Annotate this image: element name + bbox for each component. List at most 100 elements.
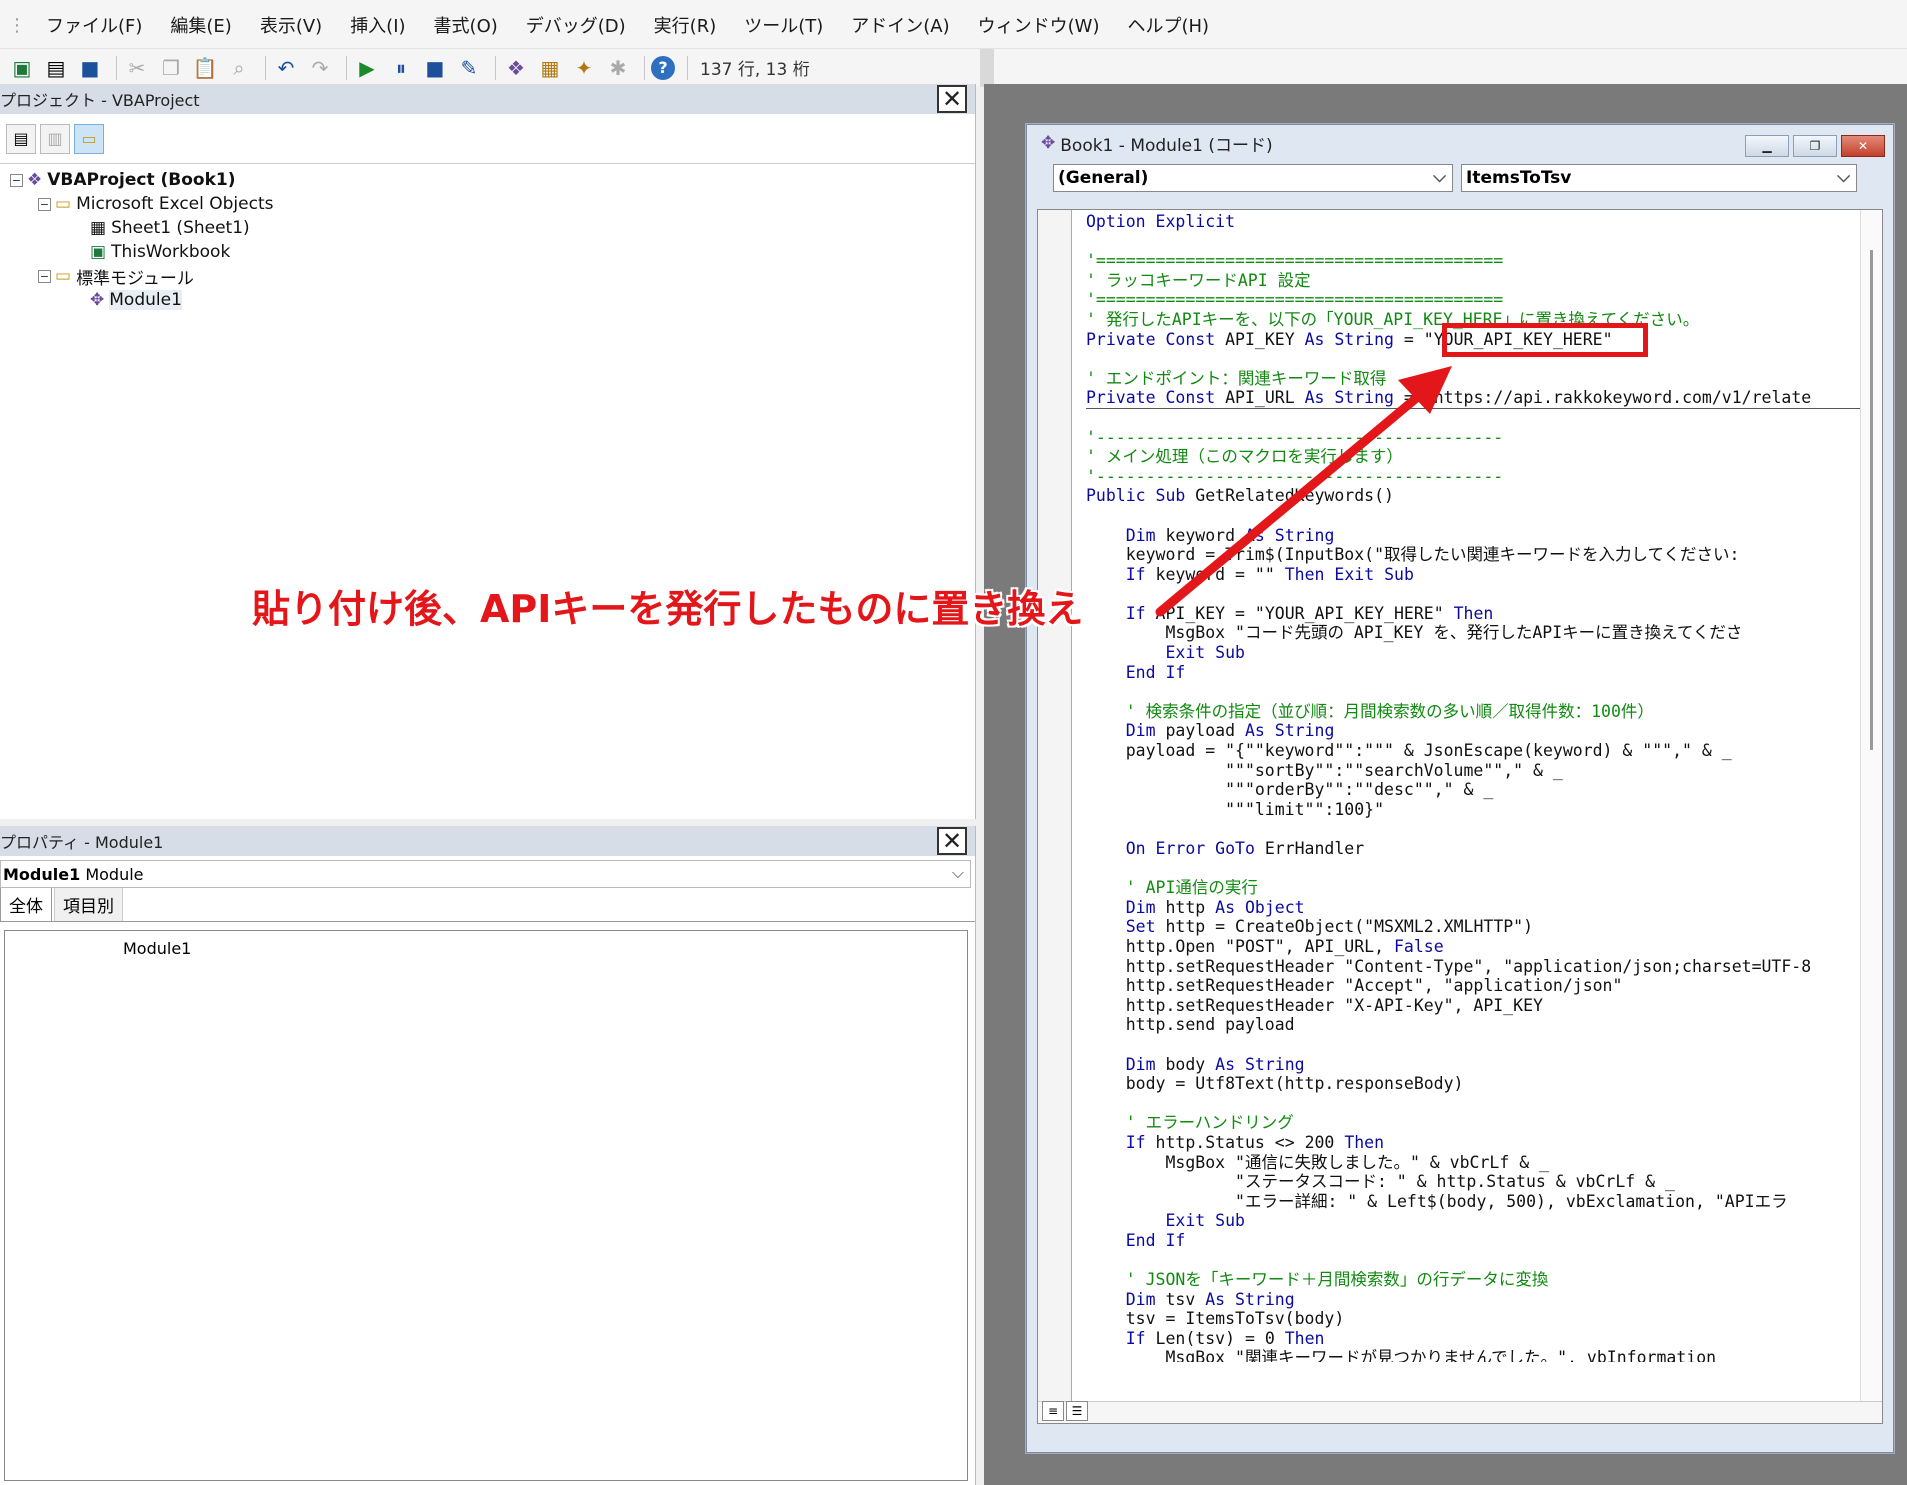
name-property-value[interactable]: Module1	[123, 939, 191, 958]
code-line[interactable]: On Error GoTo ErrHandler	[1086, 839, 1861, 859]
find-icon[interactable]: ⌕	[225, 54, 253, 82]
save-icon[interactable]: ■	[76, 54, 104, 82]
code-line[interactable]: Public Sub GetRelatedKeywords()	[1086, 486, 1861, 506]
code-line[interactable]	[1086, 859, 1861, 879]
tree-node-thisworkbook[interactable]: ▣ ThisWorkbook	[0, 240, 975, 264]
code-line[interactable]: ' API通信の実行	[1086, 878, 1861, 898]
code-line[interactable]: ' 検索条件の指定（並び順：月間検索数の多い順／取得件数：100件）	[1086, 702, 1861, 722]
code-line[interactable]: body = Utf8Text(http.responseBody)	[1086, 1074, 1861, 1094]
code-line[interactable]: http.setRequestHeader "Accept", "applica…	[1086, 976, 1861, 996]
restore-icon[interactable]: ❐	[1793, 135, 1837, 157]
menu-run[interactable]: 実行(R)	[640, 12, 731, 38]
tab-alphabetic[interactable]: 全体	[0, 887, 52, 921]
code-line[interactable]: http.Open "POST", API_URL, False	[1086, 937, 1861, 957]
scrollbar-thumb[interactable]	[1870, 250, 1873, 750]
object-combo[interactable]: (General) ⌵	[1053, 164, 1453, 192]
menu-debug[interactable]: デバッグ(D)	[512, 12, 640, 38]
menu-tools[interactable]: ツール(T)	[730, 12, 837, 38]
code-line[interactable]	[1086, 506, 1861, 526]
run-icon[interactable]: ▶	[353, 54, 381, 82]
collapse-icon[interactable]: −	[38, 269, 51, 283]
code-line[interactable]: ' メイン処理（このマクロを実行します）	[1086, 447, 1861, 467]
toolbar-overflow-handle[interactable]	[980, 49, 994, 87]
cut-icon[interactable]: ✂	[123, 54, 151, 82]
toggle-folders-icon[interactable]: ▭	[74, 123, 104, 154]
code-line[interactable]: If Len(tsv) = 0 Then	[1086, 1329, 1861, 1349]
code-line[interactable]: """sortBy"":""searchVolume""," & _	[1086, 761, 1861, 781]
margin-indicator-bar[interactable]	[1038, 210, 1072, 1423]
code-line[interactable]	[1086, 584, 1861, 604]
help-icon[interactable]: ?	[651, 55, 675, 80]
undo-icon[interactable]: ↶	[272, 54, 300, 82]
code-line[interactable]: MsgBox "コード先頭の API_KEY を、発行したAPIキーに置き換えて…	[1086, 623, 1861, 643]
tree-node-sheet1[interactable]: ▦ Sheet1 (Sheet1)	[0, 216, 975, 240]
code-line[interactable]: '=======================================…	[1086, 251, 1861, 271]
code-line[interactable]	[1086, 1035, 1861, 1055]
project-explorer-icon[interactable]: ❖	[502, 54, 530, 82]
tree-node-standard-modules[interactable]: − ▭ 標準モジュール	[0, 264, 975, 289]
tab-categorized[interactable]: 項目別	[54, 887, 123, 921]
design-mode-icon[interactable]: ✎	[455, 54, 483, 82]
code-line[interactable]: MsgBox "関連キーワードが見つかりませんでした。", vbInformat…	[1086, 1348, 1861, 1362]
object-browser-icon[interactable]: ✦	[570, 54, 598, 82]
menu-format[interactable]: 書式(O)	[420, 12, 512, 38]
menu-addins[interactable]: アドイン(A)	[837, 12, 963, 38]
code-line[interactable]: http.setRequestHeader "Content-Type", "a…	[1086, 957, 1861, 977]
close-icon[interactable]: ✕	[1841, 135, 1885, 157]
code-line[interactable]: Dim tsv As String	[1086, 1290, 1861, 1310]
code-line[interactable]: If http.Status <> 200 Then	[1086, 1133, 1861, 1153]
code-line[interactable]: Dim body As String	[1086, 1055, 1861, 1075]
properties-grid[interactable]: Module1	[4, 930, 968, 1481]
code-line[interactable]: Private Const API_URL As String = "https…	[1086, 388, 1861, 408]
code-editor[interactable]: Option Explicit '========================…	[1037, 209, 1883, 1424]
menu-help[interactable]: ヘルプ(H)	[1113, 12, 1223, 38]
code-line[interactable]: http.send payload	[1086, 1015, 1861, 1035]
redo-icon[interactable]: ↷	[306, 54, 334, 82]
code-text[interactable]: Option Explicit '========================…	[1086, 212, 1861, 1362]
code-line[interactable]: End If	[1086, 1231, 1861, 1251]
view-object-icon[interactable]: ▥	[40, 123, 70, 154]
code-line[interactable]: MsgBox "通信に失敗しました。" & vbCrLf & _	[1086, 1153, 1861, 1173]
code-line[interactable]	[1086, 407, 1861, 428]
menu-edit[interactable]: 編集(E)	[156, 12, 245, 38]
code-line[interactable]: If API_KEY = "YOUR_API_KEY_HERE" Then	[1086, 604, 1861, 624]
view-code-icon[interactable]: ▤	[6, 123, 36, 154]
tree-node-module1[interactable]: ✥ Module1	[0, 288, 975, 312]
break-icon[interactable]: ⏸	[387, 54, 415, 82]
code-line[interactable]: ' エンドポイント：関連キーワード取得	[1086, 369, 1861, 389]
tree-node-vbaproject[interactable]: − ❖ VBAProject (Book1)	[0, 168, 975, 192]
close-icon[interactable]: ✕	[937, 85, 967, 113]
code-line[interactable]: ' JSONを「キーワード＋月間検索数」の行データに変換	[1086, 1270, 1861, 1290]
code-line[interactable]: ' ラッコキーワードAPI 設定	[1086, 271, 1861, 291]
code-line[interactable]: payload = "{""keyword"":""" & JsonEscape…	[1086, 741, 1861, 761]
minimize-icon[interactable]: ▁	[1745, 135, 1789, 157]
excel-icon[interactable]: ▣	[8, 54, 36, 82]
code-line[interactable]: Set http = CreateObject("MSXML2.XMLHTTP"…	[1086, 917, 1861, 937]
menu-insert[interactable]: 挿入(I)	[336, 12, 419, 38]
toolbox-icon[interactable]: ✱	[604, 54, 632, 82]
insert-form-icon[interactable]: ▤	[42, 54, 70, 82]
code-line[interactable]: "エラー詳細: " & Left$(body, 500), vbExclamat…	[1086, 1192, 1861, 1212]
code-line[interactable]: """limit"":100}"	[1086, 800, 1861, 820]
code-line[interactable]: Dim keyword As String	[1086, 526, 1861, 546]
full-module-view-icon[interactable]: ☰	[1066, 1401, 1088, 1421]
code-line[interactable]: "ステータスコード: " & http.Status & vbCrLf & _	[1086, 1172, 1861, 1192]
reset-icon[interactable]: ■	[421, 54, 449, 82]
code-line[interactable]: '---------------------------------------…	[1086, 428, 1861, 448]
code-line[interactable]: keyword = Trim$(InputBox("取得したい関連キーワードを入…	[1086, 545, 1861, 565]
tree-node-excel-objects[interactable]: − ▭ Microsoft Excel Objects	[0, 192, 975, 216]
menu-window[interactable]: ウィンドウ(W)	[964, 12, 1114, 38]
procedure-combo[interactable]: ItemsToTsv ⌵	[1461, 164, 1857, 192]
vertical-scrollbar[interactable]	[1860, 210, 1882, 1402]
code-line[interactable]: '---------------------------------------…	[1086, 467, 1861, 487]
code-line[interactable]	[1086, 682, 1861, 702]
menu-file[interactable]: ファイル(F)	[32, 12, 156, 38]
code-line[interactable]: Exit Sub	[1086, 643, 1861, 663]
code-line[interactable]: tsv = ItemsToTsv(body)	[1086, 1309, 1861, 1329]
code-line[interactable]: End If	[1086, 663, 1861, 683]
code-line[interactable]: If keyword = "" Then Exit Sub	[1086, 565, 1861, 585]
code-line[interactable]	[1086, 1250, 1861, 1270]
code-line[interactable]: ' エラーハンドリング	[1086, 1113, 1861, 1133]
code-line[interactable]: Exit Sub	[1086, 1211, 1861, 1231]
code-line[interactable]	[1086, 232, 1861, 252]
